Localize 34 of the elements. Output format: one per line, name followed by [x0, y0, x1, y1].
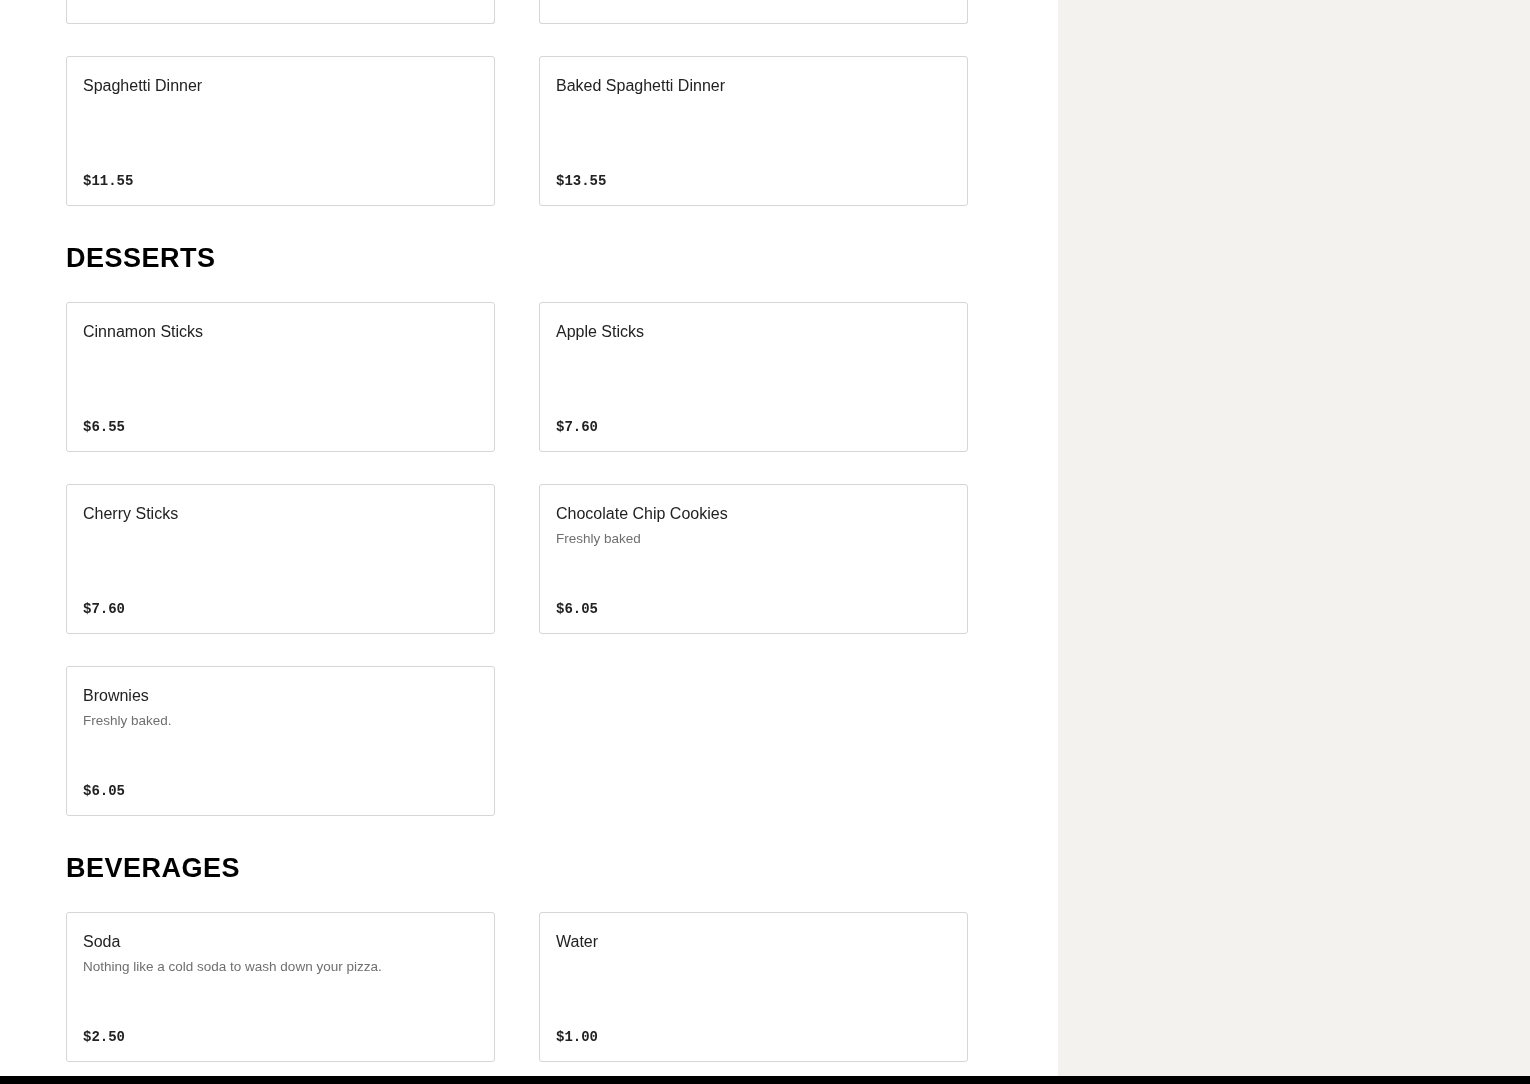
menu-card[interactable]: Chocolate Chip Cookies Freshly baked $6.05: [539, 484, 968, 634]
item-description: Freshly baked.: [83, 713, 173, 729]
item-price: $2.50: [83, 1029, 126, 1045]
item-name: Baked Spaghetti Dinner: [556, 77, 726, 95]
menu-card[interactable]: Spaghetti Dinner $11.55: [66, 56, 495, 206]
item-name: Apple Sticks: [556, 323, 646, 341]
menu-card[interactable]: Brownies Freshly baked. $6.05: [66, 666, 495, 816]
item-price: $7.60: [556, 419, 599, 435]
item-name: Soda: [83, 933, 122, 951]
item-price: $1.00: [556, 1029, 599, 1045]
item-price: $6.05: [556, 601, 599, 617]
section-heading: BEVERAGES: [66, 852, 242, 884]
menu-card[interactable]: [66, 0, 495, 24]
item-price: $7.60: [83, 601, 126, 617]
item-name: Spaghetti Dinner: [83, 77, 204, 95]
item-name: Cherry Sticks: [83, 505, 180, 523]
menu-card[interactable]: Water $1.00: [539, 912, 968, 1062]
item-name: Brownies: [83, 687, 150, 705]
item-name: Cinnamon Sticks: [83, 323, 205, 341]
section-heading: DESSERTS: [66, 242, 217, 274]
menu-card[interactable]: Baked Spaghetti Dinner $13.55: [539, 56, 968, 206]
item-description: Nothing like a cold soda to wash down your pizza.: [83, 959, 383, 975]
item-price: $13.55: [556, 173, 608, 189]
menu-card[interactable]: Cherry Sticks $7.60: [66, 484, 495, 634]
item-price: $6.55: [83, 419, 126, 435]
menu-card[interactable]: Cinnamon Sticks $6.55: [66, 302, 495, 452]
menu-card[interactable]: [539, 0, 968, 24]
item-price: $11.55: [83, 173, 135, 189]
item-description: Freshly baked: [556, 531, 642, 547]
item-price: $6.05: [83, 783, 126, 799]
item-name: Water: [556, 933, 600, 951]
menu-card[interactable]: Apple Sticks $7.60: [539, 302, 968, 452]
item-name: Chocolate Chip Cookies: [556, 505, 729, 523]
menu-card[interactable]: Soda Nothing like a cold soda to wash down your pizza. $2.50: [66, 912, 495, 1062]
